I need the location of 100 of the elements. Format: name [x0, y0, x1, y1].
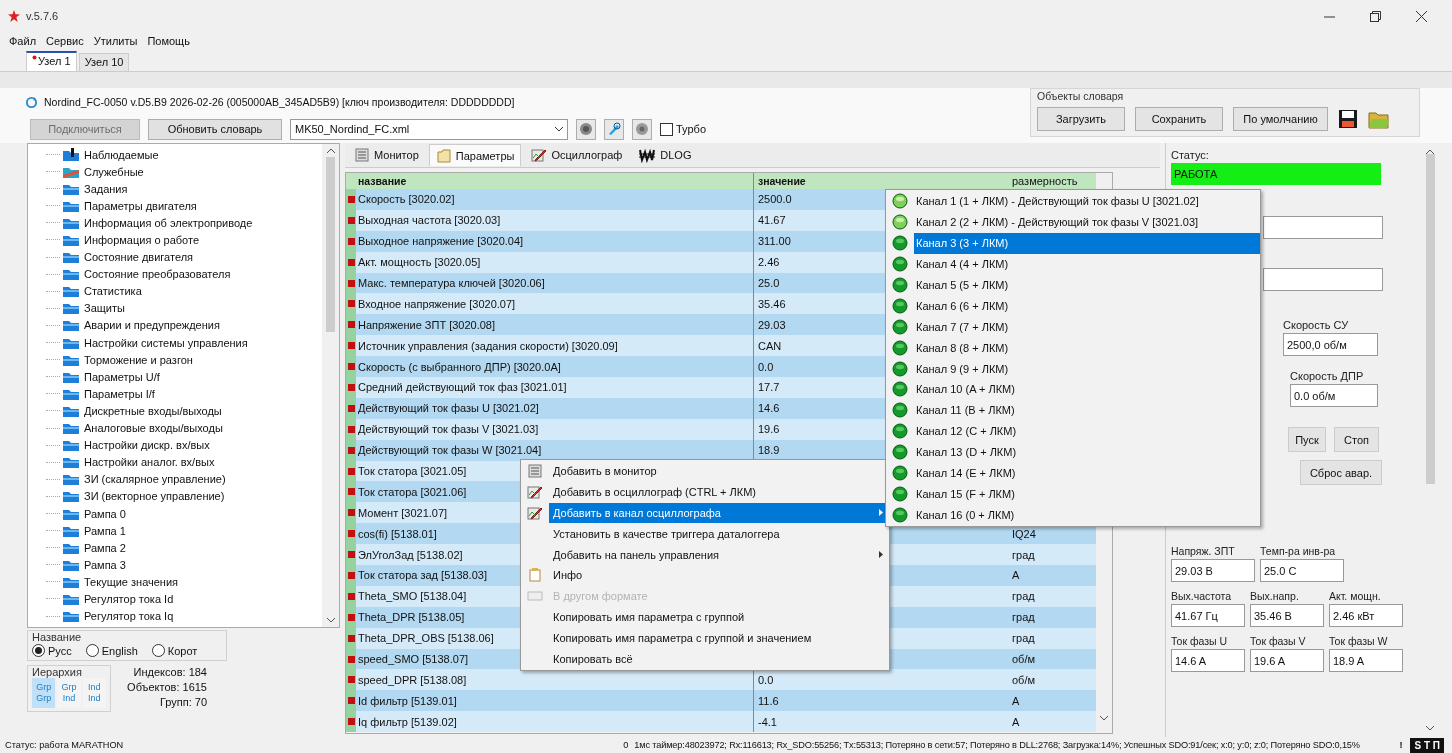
tree-item[interactable]: Настройки аналог. вх/вых [84, 456, 215, 469]
scroll-down-icon[interactable] [1426, 726, 1434, 731]
menu-item[interactable]: Установить в качестве триггера даталоггера [549, 523, 889, 545]
tab[interactable]: Параметры [428, 144, 522, 166]
menu-item[interactable]: Канал 14 (E + ЛКМ) [914, 462, 1260, 484]
menu-item[interactable]: Канал 15 (F + ЛКМ) [914, 483, 1260, 505]
refresh-button[interactable]: Обновить словарь [148, 118, 282, 140]
menu-item[interactable]: Копировать имя параметра с группой [549, 606, 889, 628]
tree-item[interactable]: Регулятор тока Id [84, 593, 174, 605]
menu-item[interactable]: Канал 5 (5 + ЛКМ) [914, 274, 1260, 296]
tree-item[interactable]: Рампа 2 [84, 541, 126, 554]
menu-item[interactable]: Файл [4, 35, 42, 47]
tree-item[interactable]: Наблюдаемые [84, 148, 159, 161]
menu-item[interactable]: Инфо [549, 565, 889, 586]
eye-button[interactable] [576, 118, 596, 140]
tree-item[interactable]: Текущие значения [84, 575, 179, 588]
column-header[interactable]: название [358, 175, 407, 187]
tree-item[interactable]: Статистика [84, 285, 142, 298]
tree-item[interactable]: Рампа 3 [84, 558, 126, 571]
gear-button[interactable] [632, 118, 652, 140]
tree-item[interactable]: Рампа 0 [84, 507, 126, 520]
menu-item[interactable]: Копировать всё [549, 648, 889, 669]
scroll-up-icon[interactable] [326, 148, 335, 153]
menu-item[interactable]: Сервис [41, 35, 89, 47]
radio-button[interactable] [151, 644, 165, 657]
menu-item[interactable]: Канал 13 (D + ЛКМ) [914, 441, 1260, 463]
refresh-icon[interactable] [25, 95, 38, 109]
menu-item[interactable]: Канал 4 (4 + ЛКМ) [914, 253, 1260, 275]
checkbox[interactable] [660, 122, 673, 136]
tree-item[interactable]: Регулятор тока Iq [84, 610, 174, 623]
menu-item[interactable]: Канал 8 (8 + ЛКМ) [914, 337, 1260, 359]
column-header[interactable]: значение [758, 175, 806, 187]
tree-item[interactable]: Параметры двигателя [84, 199, 197, 212]
tree-item[interactable]: Информация об электроприводе [84, 216, 253, 229]
text-field[interactable] [1263, 268, 1383, 291]
scroll-down-icon[interactable] [326, 618, 335, 623]
tree-item[interactable]: Защиты [84, 302, 125, 315]
tree-item[interactable]: Задания [84, 182, 128, 195]
tree-item[interactable]: Служебные [84, 165, 144, 178]
hierarchy-button[interactable]: Ind Ind [82, 678, 106, 708]
tree-item[interactable]: Параметры U/f [84, 370, 160, 383]
reading-label: Ток фазы V [1250, 635, 1306, 647]
tree-item[interactable]: Настройки дискр. вх/вых [84, 439, 210, 452]
tree-item[interactable]: ЗИ (скалярное управление) [84, 473, 226, 486]
table-cell: 311.00 [758, 235, 791, 248]
menu-item[interactable]: Канал 7 (7 + ЛКМ) [914, 316, 1260, 338]
stop-button[interactable]: Стоп [1334, 427, 1379, 452]
close-icon[interactable] [1415, 10, 1427, 22]
reset-button[interactable]: Сброс авар. [1300, 460, 1382, 485]
radio-button[interactable] [32, 644, 45, 657]
tree-item[interactable]: ЗИ (векторное управление) [84, 490, 225, 503]
tab[interactable]: Монитор [348, 144, 425, 166]
radio-label: English [101, 644, 138, 657]
hierarchy-button[interactable]: Grp Ind [57, 678, 81, 708]
tree-item[interactable]: Параметры I/f [84, 387, 155, 400]
dictionary-button[interactable]: По умолчанию [1233, 107, 1328, 131]
tab[interactable]: Узел 1 [26, 51, 77, 71]
tree-item[interactable]: Дискретные входы/выходы [84, 404, 222, 417]
menu-item[interactable]: Канал 12 (C + ЛКМ) [914, 420, 1260, 442]
menu-item[interactable]: Помощь [142, 35, 195, 47]
tree-item[interactable]: Информация о работе [84, 234, 200, 246]
menu-item[interactable]: Добавить в осциллограф (CTRL + ЛКМ) [549, 481, 889, 503]
menu-item[interactable]: Канал 6 (6 + ЛКМ) [914, 295, 1260, 317]
tree-item[interactable]: Аварии и предупреждения [84, 319, 220, 332]
tree-item[interactable]: Состояние двигателя [84, 251, 194, 264]
scrollbar-thumb[interactable] [326, 157, 335, 332]
dictionary-button[interactable]: Загрузить [1037, 107, 1125, 131]
menu-item[interactable]: Канал 1 (1 + ЛКМ) - Действующий ток фазы U [3021.02] [914, 191, 1260, 212]
text-field[interactable] [1263, 216, 1383, 239]
tab[interactable]: DLOG [632, 144, 698, 166]
menu-item[interactable]: Канал 9 (9 + ЛКМ) [914, 358, 1260, 379]
menu-item[interactable]: Копировать имя параметра с группой и значением [549, 627, 889, 649]
tree-item[interactable]: Аналоговые входы/выходы [84, 422, 223, 435]
menu-item[interactable]: Утилиты [88, 35, 143, 47]
tree-item[interactable]: Состояние преобразователя [84, 268, 231, 281]
tree-item[interactable]: Настройки системы управления [84, 336, 248, 349]
tab[interactable]: Осциллограф [525, 144, 629, 166]
save-icon[interactable] [1338, 109, 1358, 129]
scrollbar-thumb[interactable] [1425, 154, 1435, 484]
file-dropdown[interactable]: MK50_Nordind_FC.xml [290, 118, 568, 140]
menu-item[interactable]: Добавить на панель управления [549, 544, 889, 565]
dictionary-button[interactable]: Сохранить [1135, 107, 1223, 131]
table-cell: Действующий ток фазы V [3021.03] [358, 423, 539, 436]
tab[interactable]: Узел 10 [78, 53, 130, 71]
radio-button[interactable] [85, 644, 99, 657]
menu-item[interactable]: Канал 16 (0 + ЛКМ) [914, 504, 1260, 526]
menu-item[interactable]: Добавить в монитор [549, 461, 889, 482]
folder-icon[interactable] [1368, 109, 1390, 129]
tree-item[interactable]: Рампа 1 [84, 524, 126, 537]
start-button[interactable]: Пуск [1288, 427, 1326, 452]
scroll-down-icon[interactable] [1100, 716, 1108, 721]
menu-item[interactable]: Канал 2 (2 + ЛКМ) - Действующий ток фазы V [3021.03] [914, 211, 1260, 233]
menu-item[interactable]: Канал 3 (3 + ЛКМ) [914, 232, 1260, 254]
wrench-button[interactable] [604, 118, 624, 140]
maximize-icon[interactable] [1369, 10, 1381, 22]
tree-item[interactable]: Торможение и разгон [84, 353, 193, 366]
menu-item[interactable]: Канал 11 (B + ЛКМ) [914, 399, 1260, 421]
column-header[interactable]: размерность [1012, 175, 1078, 187]
menu-item[interactable]: Канал 10 (A + ЛКМ) [914, 379, 1260, 400]
reading-label: Темп-ра инв-ра [1260, 545, 1336, 557]
